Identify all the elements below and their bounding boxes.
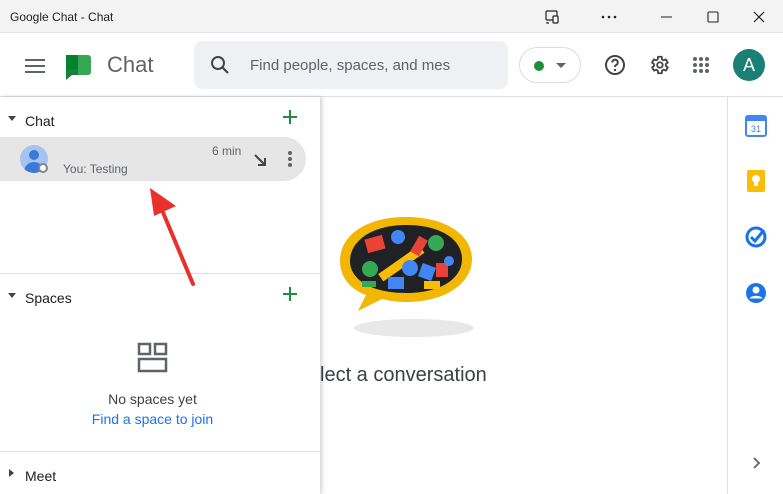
new-space-plus-icon[interactable]	[280, 284, 300, 304]
empty-state-illustration	[340, 217, 474, 337]
calendar-icon[interactable]: 31	[744, 114, 768, 138]
search-bar[interactable]	[194, 41, 508, 89]
spaces-section-label: Spaces	[25, 290, 72, 306]
annotation-arrow-icon	[150, 188, 195, 286]
status-dot	[534, 61, 544, 71]
more-options-icon[interactable]	[282, 149, 298, 169]
chevron-down-icon	[556, 63, 566, 68]
chat-timestamp: 6 min	[212, 144, 242, 158]
cast-icon[interactable]	[529, 0, 575, 33]
chat-list-item[interactable]: You: Testing 6 min	[0, 137, 306, 181]
meet-section-label: Meet	[25, 468, 57, 484]
keep-icon[interactable]	[744, 169, 768, 193]
svg-text:31: 31	[751, 124, 761, 134]
meet-section-header[interactable]: Meet	[0, 456, 320, 492]
find-space-link[interactable]: Find a space to join	[0, 411, 305, 427]
brand-name: Chat	[107, 52, 154, 77]
main-content: lect a conversation	[320, 97, 727, 494]
app-header: Chat A	[0, 33, 783, 97]
new-chat-plus-icon[interactable]	[280, 107, 300, 127]
maximize-icon[interactable]	[690, 0, 736, 33]
more-icon[interactable]	[586, 0, 632, 33]
gear-icon	[651, 55, 669, 75]
side-apps-panel: 31	[727, 97, 783, 494]
tasks-icon[interactable]	[744, 225, 768, 249]
main-menu-button[interactable]	[20, 51, 50, 81]
left-nav: Chat You: Testing 6 min Spaces No spaces…	[0, 97, 320, 494]
collapse-caret-icon	[8, 293, 16, 298]
expand-caret-icon	[9, 469, 14, 477]
chat-section-header[interactable]: Chat	[0, 101, 320, 137]
spaces-grid-icon	[137, 342, 168, 373]
window-title: Google Chat - Chat	[10, 10, 114, 24]
account-avatar[interactable]: A	[733, 49, 765, 81]
search-icon	[211, 56, 229, 74]
apps-grid-icon	[693, 57, 709, 73]
presence-status-icon	[38, 163, 48, 173]
chevron-right-icon[interactable]	[750, 457, 762, 469]
minimize-icon[interactable]	[644, 0, 690, 33]
contacts-icon[interactable]	[744, 281, 768, 305]
collapse-caret-icon	[8, 116, 16, 121]
window-titlebar: Google Chat - Chat	[0, 0, 783, 33]
chat-section-label: Chat	[25, 113, 55, 129]
help-button[interactable]	[600, 50, 630, 80]
apps-button[interactable]	[686, 50, 716, 80]
google-chat-logo-icon	[64, 51, 94, 86]
section-divider	[0, 451, 320, 452]
status-selector[interactable]	[519, 47, 581, 83]
close-icon[interactable]	[736, 0, 782, 33]
empty-state-text: lect a conversation	[320, 364, 487, 386]
help-icon	[605, 55, 625, 75]
search-input[interactable]	[250, 53, 460, 77]
chat-preview-text: You: Testing	[63, 162, 128, 176]
no-spaces-text: No spaces yet	[108, 391, 197, 407]
open-in-window-arrow-icon[interactable]	[250, 150, 270, 170]
settings-button[interactable]	[644, 50, 674, 80]
